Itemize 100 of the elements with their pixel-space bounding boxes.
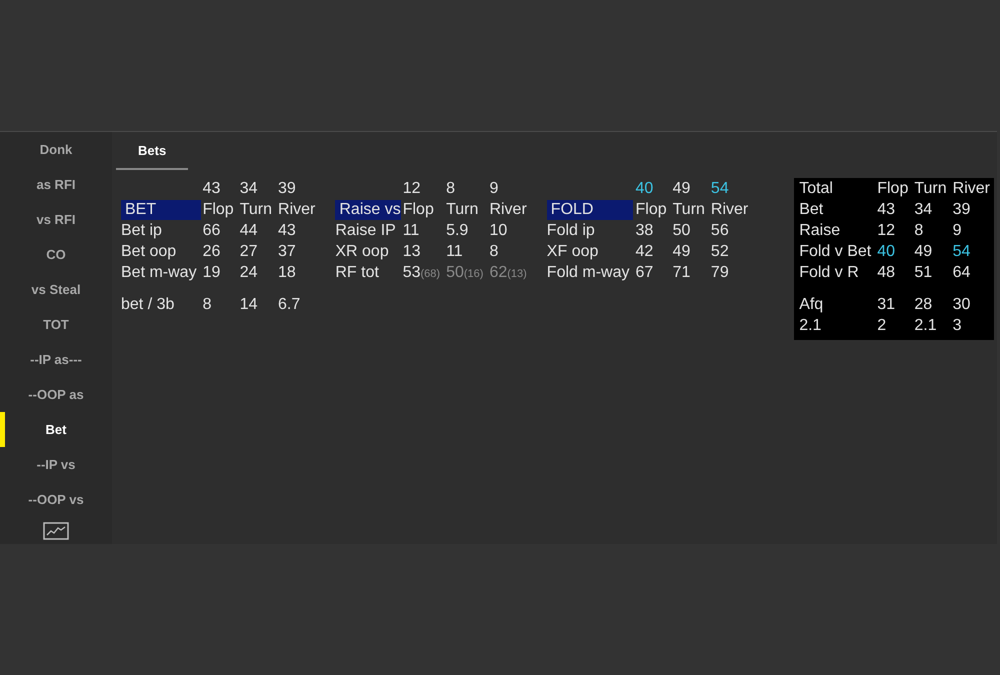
- row-label: Fold v R: [799, 264, 860, 282]
- row-label: Raise IP: [335, 222, 397, 240]
- table-cell: 62(13): [489, 264, 527, 282]
- table-cell-text: 2.1: [914, 316, 938, 334]
- column-header: Flop: [877, 180, 908, 198]
- table-cell-text: 71: [672, 264, 692, 282]
- sidebar-item[interactable]: vs Steal: [0, 272, 112, 307]
- column-header: Flop: [202, 200, 234, 218]
- table-cell-text: 8: [202, 296, 212, 314]
- tab[interactable]: Bets: [116, 132, 188, 170]
- column-header: Turn: [914, 180, 947, 198]
- table-cell-text: 49: [672, 242, 692, 260]
- table-cell-text: 38: [635, 222, 654, 240]
- sidebar-item[interactable]: Donk: [0, 132, 112, 167]
- table-cell-text: 40: [877, 242, 896, 260]
- column-header: River: [489, 200, 527, 218]
- section-title: BET: [121, 200, 201, 220]
- sidebar-item[interactable]: --OOP vs: [0, 482, 112, 517]
- column-header: Turn: [672, 200, 705, 218]
- table-cell-text: 2: [877, 316, 888, 334]
- table-cell-text: 42: [635, 242, 654, 260]
- table-cell-text: 30: [952, 296, 972, 314]
- table-cell-text: 13: [402, 242, 422, 260]
- sidebar-item[interactable]: CO: [0, 237, 112, 272]
- sidebar-item[interactable]: --OOP as: [0, 377, 112, 412]
- table-cell-text: 52: [710, 242, 730, 260]
- table-cell-text: 43: [278, 222, 297, 240]
- table-cell-text: 44: [240, 222, 258, 240]
- sidebar-item[interactable]: TOT: [0, 307, 112, 342]
- section-title: FOLD: [546, 200, 634, 220]
- table-cell-text: 37: [278, 242, 297, 260]
- row-label: Raise: [799, 222, 842, 240]
- table-cell-text: 34: [914, 200, 934, 218]
- table-cell-text: 9: [489, 180, 500, 198]
- table-cell-text: 67: [635, 264, 654, 282]
- table-cell-text: 14: [240, 296, 258, 314]
- table-cell-text: 51: [914, 264, 934, 282]
- table-cell-text: 50: [672, 222, 692, 240]
- table-cell: 50(16): [446, 264, 484, 282]
- table-cell-text: 11: [402, 222, 420, 240]
- row-label: Fold ip: [546, 222, 596, 240]
- row-label: Bet ip: [121, 222, 163, 240]
- table-cell-text: 56: [710, 222, 730, 240]
- table-cell-text: 8: [446, 180, 456, 198]
- row-label: 2.1: [799, 316, 822, 334]
- table-cell-text: 43: [877, 200, 896, 218]
- column-header: River: [710, 200, 748, 218]
- table-cell-text: 24: [240, 264, 258, 282]
- row-label: RF tot: [335, 264, 380, 282]
- sidebar-item[interactable]: --IP as---: [0, 342, 112, 377]
- sidebar-item[interactable]: Bet: [0, 412, 112, 447]
- table-cell-text: 64: [952, 264, 972, 282]
- corner-label: Total: [799, 180, 834, 198]
- table-cell-text: 49: [914, 242, 934, 260]
- section-title: Raise vs: [335, 200, 401, 220]
- table-cell-text: 12: [877, 222, 896, 240]
- table-cell-text: 66: [202, 222, 222, 240]
- column-header: Flop: [402, 200, 435, 218]
- chart-icon[interactable]: [43, 522, 69, 540]
- row-label: Bet: [799, 200, 824, 218]
- table-cell-text: 18: [278, 264, 297, 282]
- table-cell-text: 10: [489, 222, 508, 240]
- table-cell-text: 40: [635, 180, 654, 198]
- table-cell: 53(68): [402, 264, 440, 282]
- sidebar-item[interactable]: vs RFI: [0, 202, 112, 237]
- sidebar-item[interactable]: as RFI: [0, 167, 112, 202]
- table-cell-text: 9: [952, 222, 963, 240]
- table-cell-text: 8: [489, 242, 500, 260]
- sidebar-item[interactable]: --IP vs: [0, 447, 112, 482]
- row-label: XR oop: [335, 242, 390, 260]
- row-label: Bet oop: [121, 242, 178, 260]
- table-cell-text: 5.9: [446, 222, 470, 240]
- table-cell-text: 43: [202, 180, 222, 198]
- table-cell-text: 3: [952, 316, 963, 334]
- table-cell-text: 39: [952, 200, 972, 218]
- row-label: Afq: [799, 296, 824, 314]
- row-label: Bet m-way: [121, 264, 197, 282]
- table-cell-text: 11: [446, 242, 464, 260]
- table-cell-text: 28: [914, 296, 934, 314]
- row-label: bet / 3b: [121, 296, 176, 314]
- table-cell-text: 8: [914, 222, 924, 240]
- column-header: Turn: [240, 200, 272, 218]
- table-cell-text: 34: [240, 180, 258, 198]
- row-label: XF oop: [546, 242, 600, 260]
- column-header: River: [952, 180, 990, 198]
- table-cell-text: 31: [877, 296, 896, 314]
- table-cell-text: 39: [278, 180, 297, 198]
- table-cell-text: 26: [202, 242, 222, 260]
- table-cell-text: 79: [710, 264, 730, 282]
- column-header: Flop: [635, 200, 667, 218]
- column-header: River: [278, 200, 316, 218]
- table-cell-text: 12: [402, 180, 422, 198]
- table-cell-text: 6.7: [278, 296, 302, 314]
- row-label: Fold m-way: [546, 264, 630, 282]
- row-label: Fold v Bet: [799, 242, 872, 260]
- table-cell-text: 49: [672, 180, 692, 198]
- table-cell-text: 54: [710, 180, 730, 198]
- table-cell-text: 48: [877, 264, 896, 282]
- table-cell-text: 19: [202, 264, 222, 282]
- column-header: Turn: [446, 200, 480, 218]
